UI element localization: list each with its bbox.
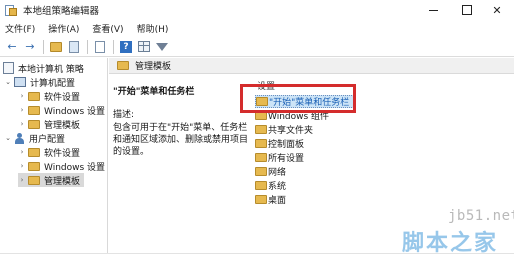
computer-icon xyxy=(14,77,26,87)
list-item-label: 桌面 xyxy=(268,196,287,206)
tree-label: 用户配置 xyxy=(29,134,66,145)
annotation-highlight-box xyxy=(240,84,356,113)
toolbar-separator xyxy=(113,39,114,54)
list-item-system[interactable]: 系统 xyxy=(255,179,286,192)
list-item-desktop[interactable]: 桌面 xyxy=(255,193,286,206)
user-icon xyxy=(14,132,25,144)
properties-icon xyxy=(95,40,105,53)
folder-icon xyxy=(255,125,267,134)
folder-icon xyxy=(28,91,40,101)
list-item-network[interactable]: 网络 xyxy=(255,165,286,178)
folder-icon xyxy=(50,41,62,52)
menu-help[interactable]: 帮助(H) xyxy=(137,22,169,35)
tree-label: 计算机配置 xyxy=(30,78,76,89)
tree-label: Windows 设置 xyxy=(44,106,106,117)
maximize-button[interactable] xyxy=(450,0,484,20)
list-item-shared-folders[interactable]: 共享文件夹 xyxy=(255,123,313,136)
collapsed-chevron-icon[interactable]: › xyxy=(18,106,26,114)
expanded-chevron-icon[interactable]: ⌄ xyxy=(4,134,12,142)
folder-icon xyxy=(255,195,267,204)
tree-root[interactable]: 本地计算机 策略 xyxy=(3,61,84,75)
toolbar-separator xyxy=(87,39,88,54)
tree-item-user-windows[interactable]: › Windows 设置 xyxy=(18,159,105,173)
menu-bar: 文件(F) 操作(A) 查看(V) 帮助(H) xyxy=(0,20,514,37)
minimize-button[interactable] xyxy=(416,0,450,20)
properties-button[interactable] xyxy=(92,39,108,55)
forward-button[interactable]: → xyxy=(22,39,38,55)
watermark-url: jb51.net xyxy=(448,208,514,224)
console-tree-icon xyxy=(69,40,79,53)
tree-item-computer-software[interactable]: › 软件设置 xyxy=(18,89,80,103)
menu-action[interactable]: 操作(A) xyxy=(48,22,79,35)
description-heading: "开始"菜单和任务栏 xyxy=(113,87,195,97)
title-bar: 本地组策略编辑器 ✕ xyxy=(0,0,514,20)
tree-item-computer-config[interactable]: ⌄ 计算机配置 xyxy=(4,75,75,89)
collapsed-chevron-icon[interactable]: › xyxy=(18,176,26,184)
description-label: 描述: xyxy=(113,110,135,120)
up-folder-button[interactable] xyxy=(48,39,64,55)
description-text: 包含可用于在"开始"菜单、任务栏和通知区域添加、删除或禁用项目的设置。 xyxy=(113,123,249,157)
help-button[interactable]: ? xyxy=(118,39,134,55)
watermark-brand: 脚本之家 xyxy=(402,231,499,254)
window-title: 本地组策略编辑器 xyxy=(23,6,100,17)
console-tree: 本地计算机 策略 ⌄ 计算机配置 › 软件设置 › Windows 设置 › 管… xyxy=(0,58,108,254)
folder-icon xyxy=(255,181,267,190)
menu-file[interactable]: 文件(F) xyxy=(5,22,35,35)
collapsed-chevron-icon[interactable]: › xyxy=(18,120,26,128)
expanded-chevron-icon[interactable]: ⌄ xyxy=(4,78,12,86)
tree-item-computer-admin-templates[interactable]: › 管理模板 xyxy=(18,117,80,131)
tree-item-computer-windows[interactable]: › Windows 设置 xyxy=(18,103,105,117)
group-policy-app-icon xyxy=(5,4,17,16)
tree-label: 软件设置 xyxy=(44,92,81,103)
grid-view-icon xyxy=(138,41,150,52)
folder-icon xyxy=(28,175,40,185)
folder-icon xyxy=(117,61,129,70)
folder-icon xyxy=(28,119,40,129)
help-icon: ? xyxy=(120,40,132,53)
list-item-label: 控制面板 xyxy=(268,140,305,150)
folder-icon xyxy=(28,161,40,171)
tree-label: 管理模板 xyxy=(44,176,81,187)
details-header: 管理模板 xyxy=(109,58,514,74)
tree-label: 管理模板 xyxy=(44,120,81,131)
folder-icon xyxy=(255,139,267,148)
tree-root-label: 本地计算机 策略 xyxy=(18,64,84,75)
back-button[interactable]: ← xyxy=(4,39,20,55)
view-button[interactable] xyxy=(136,39,152,55)
collapsed-chevron-icon[interactable]: › xyxy=(18,92,26,100)
list-item-label: 所有设置 xyxy=(268,154,305,164)
filter-icon xyxy=(156,42,168,51)
folder-icon xyxy=(28,147,40,157)
policy-icon xyxy=(3,62,14,74)
tree-item-user-config[interactable]: ⌄ 用户配置 xyxy=(4,131,65,145)
collapsed-chevron-icon[interactable]: › xyxy=(18,162,26,170)
show-hide-tree-button[interactable] xyxy=(66,39,82,55)
folder-icon xyxy=(255,153,267,162)
current-path-label: 管理模板 xyxy=(135,62,172,72)
toolbar-separator xyxy=(43,39,44,54)
toolbar: ← → ? xyxy=(0,37,514,57)
tree-item-user-software[interactable]: › 软件设置 xyxy=(18,145,80,159)
menu-view[interactable]: 查看(V) xyxy=(92,22,123,35)
list-item-all-settings[interactable]: 所有设置 xyxy=(255,151,304,164)
tree-item-user-admin-templates[interactable]: › 管理模板 xyxy=(18,173,85,187)
folder-icon xyxy=(255,167,267,176)
tree-label: Windows 设置 xyxy=(44,162,106,173)
list-item-label: 共享文件夹 xyxy=(268,126,314,136)
description-pane: "开始"菜单和任务栏 描述: 包含可用于在"开始"菜单、任务栏和通知区域添加、删… xyxy=(109,75,253,254)
tree-label: 软件设置 xyxy=(44,148,81,159)
list-item-label: 系统 xyxy=(268,182,287,192)
list-item-control-panel[interactable]: 控制面板 xyxy=(255,137,304,150)
filter-button[interactable] xyxy=(154,39,170,55)
collapsed-chevron-icon[interactable]: › xyxy=(18,148,26,156)
folder-icon xyxy=(28,105,40,115)
list-item-label: 网络 xyxy=(268,168,287,178)
close-button[interactable]: ✕ xyxy=(480,0,514,20)
